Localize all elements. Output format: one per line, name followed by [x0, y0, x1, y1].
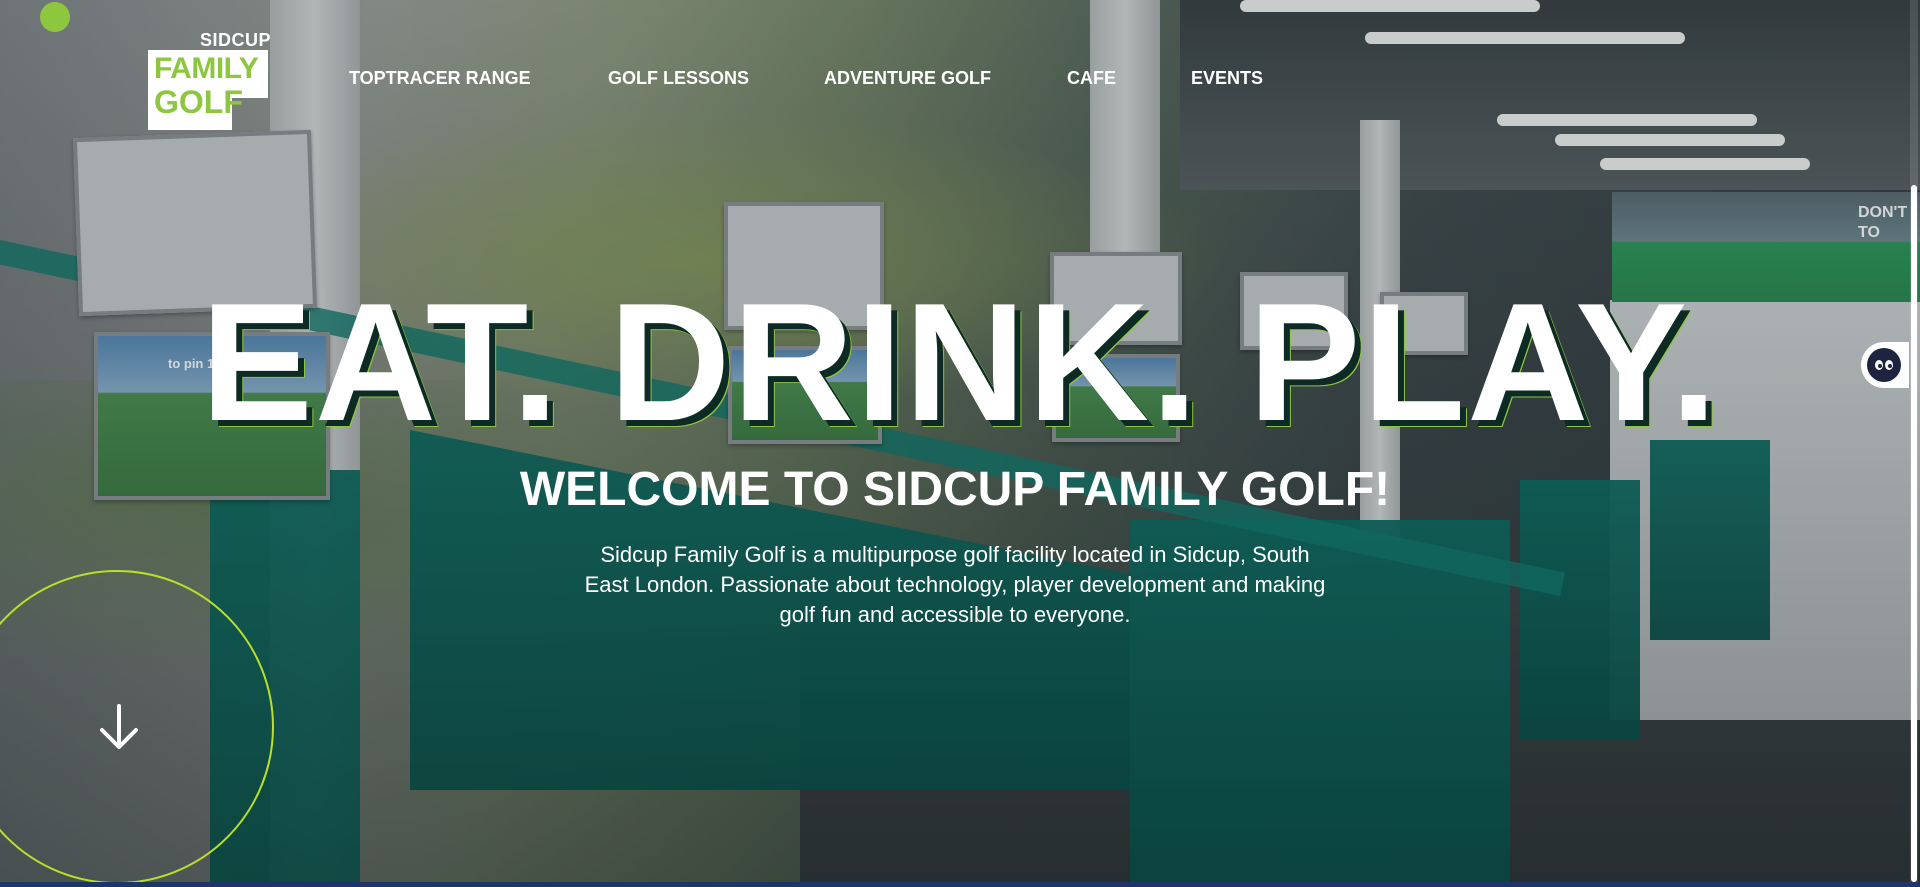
- bottom-bar: [0, 882, 1920, 887]
- nav-item-cafe[interactable]: CAFE: [1067, 68, 1116, 89]
- scrollbar-thumb[interactable]: [1911, 185, 1917, 882]
- arrow-down-icon: [100, 704, 138, 749]
- logo-line-1: FAMILY: [154, 52, 259, 85]
- nav-item-events[interactable]: EVENTS: [1191, 68, 1263, 89]
- nav-item-adventure-golf[interactable]: ADVENTURE GOLF: [824, 68, 991, 89]
- welcome-heading: WELCOME TO SIDCUP FAMILY GOLF!: [519, 463, 1391, 516]
- hero-title: EAT. DRINK. PLAY.: [200, 268, 1720, 456]
- decorative-dot: [40, 2, 70, 32]
- nav-item-toptracer-range[interactable]: TOPTRACER RANGE: [349, 68, 531, 89]
- logo-line-2: GOLF: [154, 84, 243, 120]
- scroll-down-button[interactable]: [94, 702, 144, 752]
- hero-description: Sidcup Family Golf is a multipurpose gol…: [584, 542, 1326, 627]
- logo-top-text: SIDCUP: [200, 30, 272, 50]
- chat-bot-icon: [1867, 348, 1901, 382]
- chat-widget-button[interactable]: [1861, 342, 1909, 388]
- nav-item-golf-lessons[interactable]: GOLF LESSONS: [608, 68, 749, 89]
- site-logo[interactable]: SIDCUP FAMILY GOLF: [148, 30, 274, 130]
